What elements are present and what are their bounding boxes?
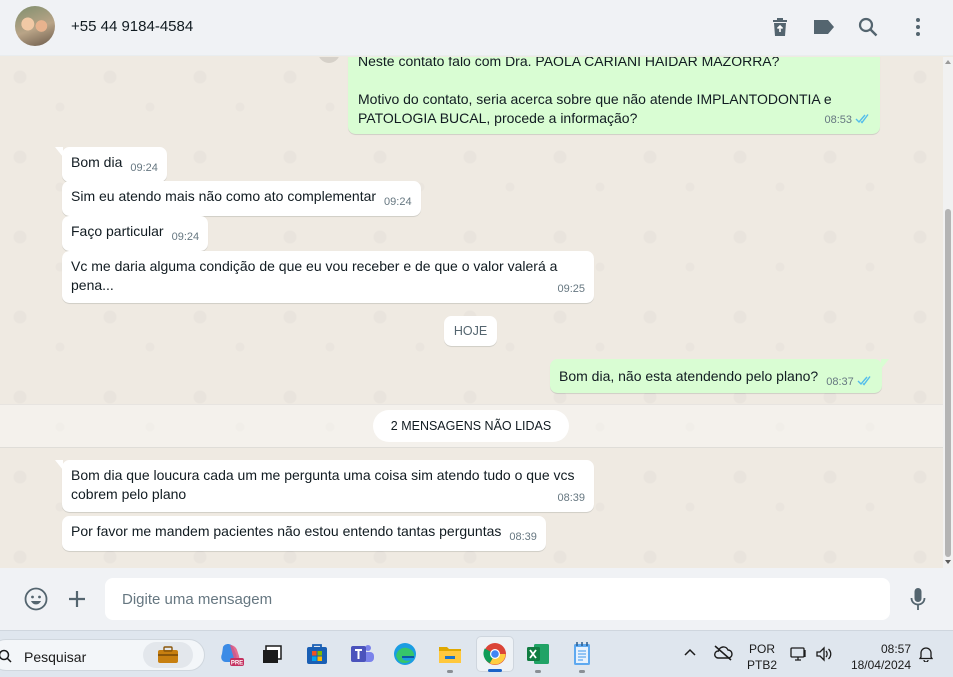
message-text: Motivo do contato, seria acerca sobre qu…: [358, 91, 832, 107]
chat-scrollbar[interactable]: [943, 57, 953, 568]
language-code: POR: [748, 642, 775, 656]
message-time: 09:24: [384, 196, 412, 208]
clock-time: 08:57: [880, 642, 911, 656]
message-time: 08:37: [826, 376, 854, 388]
message-incoming[interactable]: Bom dia que loucura cada um me pergunta …: [55, 460, 594, 512]
edge-icon[interactable]: [391, 640, 419, 668]
date-divider: HOJE: [444, 316, 497, 346]
taskbar-search-label: Pesquisar: [24, 649, 87, 665]
delete-icon[interactable]: [767, 14, 793, 40]
composer: [0, 568, 953, 630]
read-ticks-icon: [857, 374, 873, 393]
message-input[interactable]: [105, 578, 890, 620]
message-text: Bom dia, não esta atendendo pelo plano?: [559, 368, 819, 384]
task-view-icon[interactable]: [258, 640, 286, 668]
excel-icon[interactable]: [524, 640, 552, 673]
message-time: 08:39: [509, 531, 537, 543]
microphone-icon[interactable]: [905, 585, 931, 613]
plus-icon[interactable]: [64, 586, 90, 612]
running-indicator: [447, 670, 453, 673]
message-text: Bom dia: [71, 154, 123, 170]
message-outgoing[interactable]: Neste contato falo com Dra. PAOLA CARIAN…: [348, 57, 880, 134]
search-icon[interactable]: [855, 14, 881, 40]
svg-text:PRE: PRE: [231, 661, 243, 667]
chevron-up-icon[interactable]: [683, 646, 697, 665]
contact-name[interactable]: +55 44 9184-4584: [71, 18, 193, 35]
scroll-to-bottom-indicator: [318, 57, 340, 63]
message-outgoing[interactable]: Bom dia, não esta atendendo pelo plano? 0…: [550, 359, 889, 393]
message-text: pena...: [71, 277, 114, 293]
work-icon[interactable]: [143, 642, 193, 668]
message-text: PATOLOGIA BUCAL, procede a informação?: [358, 110, 638, 126]
scrollbar-thumb[interactable]: [945, 209, 951, 557]
message-text: Vc me daria alguma condição de que eu vo…: [71, 258, 558, 274]
read-ticks-icon: [855, 112, 871, 131]
message-incoming[interactable]: Por favor me mandem pacientes não estou …: [62, 516, 546, 551]
active-indicator: [488, 669, 502, 672]
scroll-up-arrow-icon[interactable]: [945, 60, 951, 64]
chrome-icon[interactable]: [476, 636, 514, 672]
clock-date: 18/04/2024: [850, 658, 911, 672]
search-icon: [0, 649, 12, 663]
message-text: Sim eu atendo mais não como ato compleme…: [71, 188, 377, 204]
taskbar-search[interactable]: Pesquisar: [0, 639, 205, 671]
message-text: Por favor me mandem pacientes não estou …: [71, 523, 502, 539]
notification-bell-icon[interactable]: [918, 646, 934, 667]
message-meta: 08:37: [826, 376, 873, 388]
running-indicator: [579, 670, 585, 673]
emoji-icon[interactable]: [23, 586, 49, 612]
message-time: 08:39: [557, 492, 585, 504]
file-explorer-icon[interactable]: [436, 640, 464, 673]
notepad-icon[interactable]: [568, 640, 596, 673]
copilot-icon[interactable]: PRE: [217, 640, 245, 668]
unread-divider: 2 MENSAGENS NÃO LIDAS: [373, 410, 569, 442]
network-icon[interactable]: [790, 646, 808, 667]
label-icon[interactable]: [811, 14, 837, 40]
cloud-off-icon[interactable]: [713, 645, 733, 666]
taskbar-clock[interactable]: 08:57 18/04/2024: [845, 641, 911, 673]
windows-taskbar: Pesquisar PRE POR PTB2 08:57 18/04/2024: [0, 630, 953, 677]
volume-icon[interactable]: [815, 646, 833, 667]
message-incoming[interactable]: Faço particular 09:24: [62, 216, 209, 251]
message-time: 09:25: [557, 283, 585, 295]
message-text: Faço particular: [71, 223, 164, 239]
chat-header: +55 44 9184-4584: [0, 0, 953, 56]
message-incoming[interactable]: Bom dia 09:24: [55, 147, 167, 182]
scroll-down-arrow-icon[interactable]: [945, 560, 951, 564]
message-time: 09:24: [130, 162, 158, 174]
teams-icon[interactable]: [348, 640, 376, 668]
chat-area[interactable]: Neste contato falo com Dra. PAOLA CARIAN…: [0, 57, 953, 568]
message-incoming[interactable]: Sim eu atendo mais não como ato compleme…: [62, 181, 421, 216]
keyboard-language[interactable]: POR PTB2: [745, 641, 779, 673]
message-incoming[interactable]: Vc me daria alguma condição de que eu vo…: [62, 251, 594, 303]
running-indicator: [535, 670, 541, 673]
menu-icon[interactable]: [905, 14, 931, 40]
message-meta: 08:53: [824, 111, 871, 130]
message-time: 09:24: [171, 231, 200, 243]
message-text: Bom dia que loucura cada um me pergunta …: [71, 467, 575, 483]
message-text: Neste contato falo com Dra. PAOLA CARIAN…: [358, 57, 780, 69]
keyboard-layout: PTB2: [746, 658, 777, 672]
message-time: 08:53: [824, 114, 852, 126]
message-text: cobrem pelo plano: [71, 486, 187, 502]
contact-avatar[interactable]: [15, 6, 55, 46]
store-icon[interactable]: [303, 640, 331, 668]
